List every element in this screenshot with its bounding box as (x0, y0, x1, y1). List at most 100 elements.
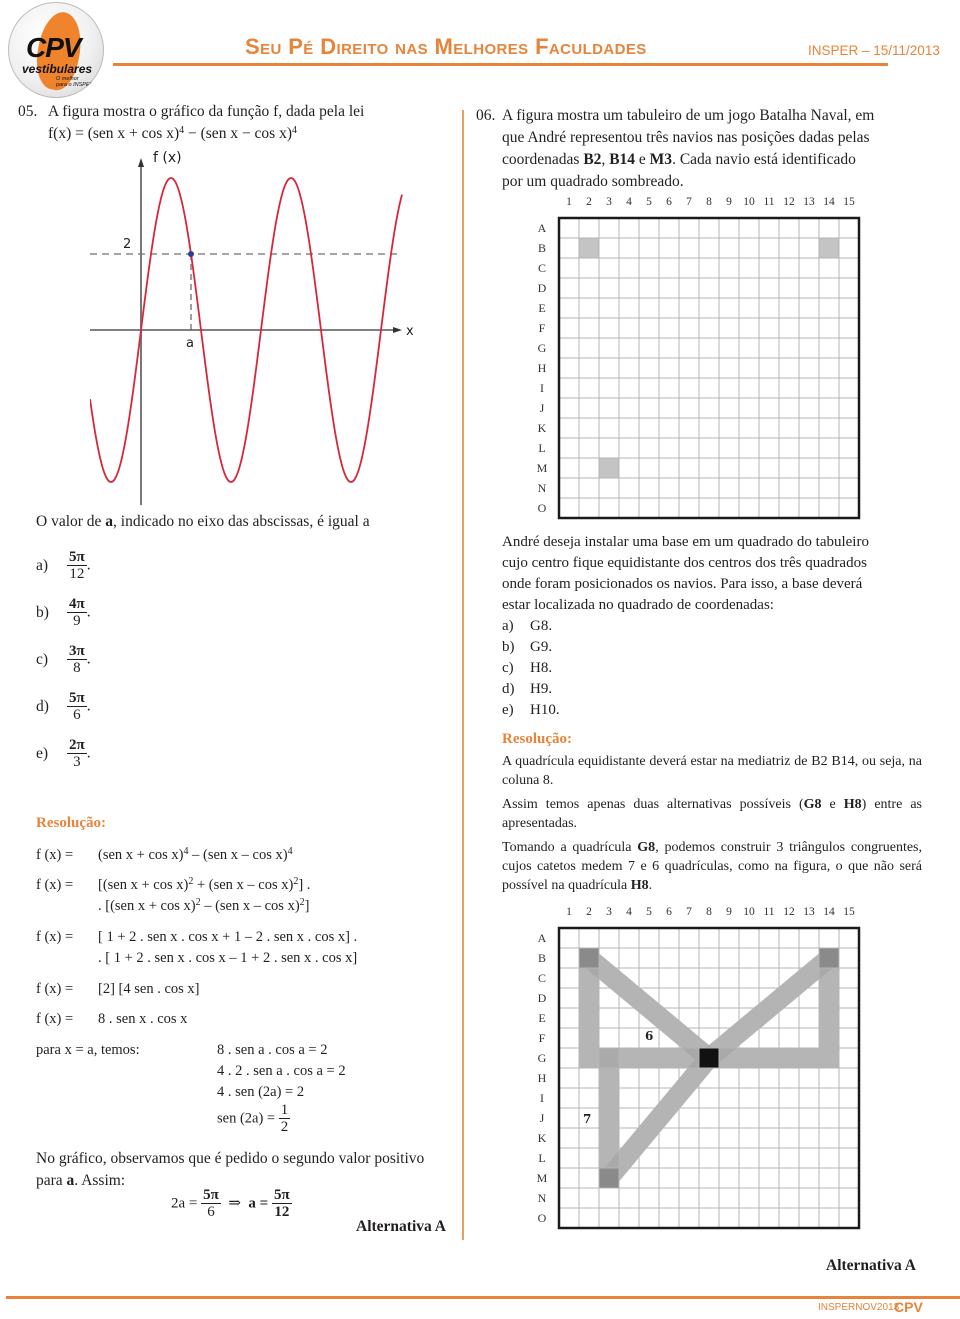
option-letter: c) (502, 660, 514, 676)
row-label: I (540, 381, 544, 395)
solve-step-2: 4 . 2 . sen a . cos a = 2 (217, 1063, 346, 1079)
column-label: 2 (586, 906, 592, 918)
row-label: M (537, 1171, 548, 1185)
column-label: 6 (666, 196, 672, 208)
row-label: D (538, 281, 547, 295)
fraction-numerator: 4π (67, 596, 87, 613)
solve-step-4: sen (2a) = 12 (217, 1103, 346, 1135)
q05-statement: 05. A figura mostra o gráfico da função f… (18, 101, 448, 145)
q05-prompt-bold: a (105, 513, 114, 530)
column-label: 12 (783, 906, 795, 918)
q06-number: 06. (476, 107, 496, 124)
res-p2-a: Assim temos apenas duas alternativas pos… (502, 797, 804, 812)
column-label: 8 (706, 196, 712, 208)
row-label: A (538, 931, 547, 945)
solve-fraction: 12 (278, 1103, 291, 1135)
q05-option-e[interactable]: e) 2π 3. (36, 738, 156, 770)
column-label: 4 (626, 906, 632, 918)
res-part: (sen x + cos x) (98, 847, 184, 863)
res-step-2: f (x) = [(sen x + cos x)2 + (sen x – cos … (36, 875, 310, 895)
res-lhs: f (x) = (36, 847, 74, 863)
ship-cell (819, 948, 839, 968)
footer-divider (6, 1296, 960, 1299)
y-axis-arrow-icon (138, 158, 144, 167)
res-p2-g8: G8 (803, 797, 822, 812)
q06-line3-a: coordenadas (502, 151, 584, 168)
q05-conclusion: No gráfico, observamos que é pedido o se… (36, 1148, 456, 1192)
column-label: 10 (743, 906, 755, 918)
fraction-numerator: 5π (67, 549, 87, 566)
res-step-4: f (x) = [2] [4 sen . cos x] (36, 979, 199, 999)
q06-option-b[interactable]: b) G9. (502, 637, 922, 658)
res-step-5: f (x) = 8 . sen x . cos x (36, 1009, 187, 1029)
q05-para: para x = a, temos: (36, 1042, 140, 1058)
row-label: I (540, 1091, 544, 1105)
q05-option-b[interactable]: b) 4π 9. (36, 597, 156, 629)
res-lhs: f (x) = (36, 877, 74, 893)
q06-answer: Alternativa A (826, 1257, 916, 1274)
res-part: [ 1 + 2 . sen x . cos x + 1 – 2 . sen x … (98, 929, 358, 945)
column-divider (462, 110, 464, 1240)
exam-date: INSPER – 15/11/2013 (808, 43, 940, 58)
column-label: 1 (566, 906, 572, 918)
base-cell (699, 1048, 719, 1068)
column-label: 7 (686, 906, 692, 918)
option-letter: e) (502, 702, 514, 718)
conclusion-a: para (36, 1172, 67, 1189)
final-fraction-1: 5π 6 (201, 1188, 221, 1220)
column-label: 4 (626, 196, 632, 208)
row-label: G (538, 1051, 547, 1065)
logo-brand: CPV (26, 32, 82, 63)
conclusion-line1: No gráfico, observamos que é pedido o se… (36, 1150, 425, 1167)
row-label: B (538, 241, 546, 255)
res-part: . [(sen x + cos x) (98, 898, 196, 914)
x-axis-arrow-icon (393, 327, 402, 333)
column-label: 14 (823, 906, 835, 918)
option-value: H10. (530, 702, 560, 718)
res-part: 8 . sen x . cos x (98, 1011, 188, 1027)
option-value: G8. (530, 618, 553, 634)
res-p2-sep: e (821, 797, 844, 812)
column-label: 10 (743, 196, 755, 208)
res-p3-h8: H8 (630, 878, 649, 893)
res-part: + (sen x – cos x) (193, 877, 294, 893)
leg-label-vertical: 7 (583, 1112, 591, 1126)
q06-question-line: cujo centro fique equidistante dos centr… (502, 555, 867, 571)
q06-line3-b: . Cada navio está identificado (672, 151, 856, 168)
q06-option-e[interactable]: e) H10. (502, 700, 922, 721)
row-label: O (538, 1211, 547, 1225)
row-label: G (538, 341, 547, 355)
fraction-numerator: 5π (271, 1187, 292, 1204)
q05-option-a[interactable]: a) 5π 12. (36, 550, 156, 582)
column-label: 3 (606, 196, 612, 208)
option-fraction: 5π 6 (67, 691, 87, 723)
q05-option-d[interactable]: d) 5π 6. (36, 691, 156, 723)
q05-answer: Alternativa A (356, 1218, 446, 1235)
final-fraction-2: 5π 12 (271, 1187, 292, 1220)
column-label: 2 (586, 196, 592, 208)
column-label: 1 (566, 196, 572, 208)
option-value: G9. (530, 639, 553, 655)
q05-option-c[interactable]: c) 3π 8. (36, 644, 156, 676)
row-label: L (538, 1151, 545, 1165)
option-letter: b) (36, 603, 49, 621)
option-value: H8. (530, 660, 553, 676)
res-step-1: f (x) = (sen x + cos x) 4 – (sen x – cos x… (36, 845, 293, 865)
solve-step-1: 8 . sen a . cos a = 2 (217, 1042, 328, 1058)
q05-resolution-title: Resolução: (36, 815, 106, 831)
res-p3-c: . (648, 878, 653, 893)
q06-option-a[interactable]: a) G8. (502, 616, 922, 637)
q05-prompt-a: O valor de (36, 513, 106, 530)
column-label: 3 (606, 906, 612, 918)
option-letter: c) (36, 650, 49, 668)
q06-option-c[interactable]: c) H8. (502, 658, 922, 679)
leg-label-horizontal: 6 (645, 1029, 653, 1043)
row-label: M (537, 461, 548, 475)
column-label: 11 (763, 906, 774, 918)
option-letter: d) (502, 681, 515, 697)
q06-line3: coordenadas B2, B14 e M3. Cada navio est… (476, 149, 951, 171)
row-label: D (538, 991, 547, 1005)
q06-option-d[interactable]: d) H9. (502, 679, 922, 700)
ship-cell (599, 458, 619, 478)
footer-code: INSPERNOV2013 (818, 1302, 900, 1313)
